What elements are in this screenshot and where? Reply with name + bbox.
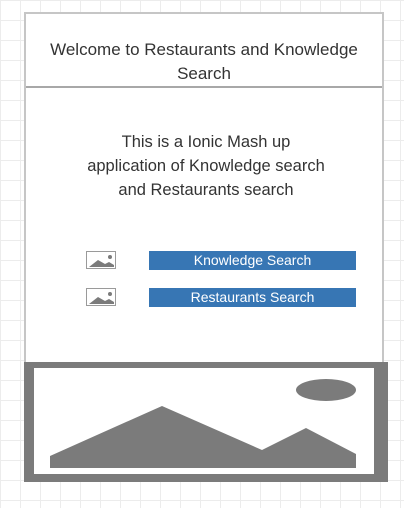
app-frame: Welcome to Restaurants and Knowledge Sea… xyxy=(24,12,388,482)
restaurants-search-button[interactable]: Restaurants Search xyxy=(149,288,356,307)
nav-row-knowledge: Knowledge Search xyxy=(26,250,382,272)
image-placeholder-icon xyxy=(86,288,116,306)
app-description: This is a Ionic Mash up application of K… xyxy=(56,130,356,202)
description-line: and Restaurants search xyxy=(118,181,294,199)
image-placeholder-icon xyxy=(86,251,116,269)
nav-row-restaurants: Restaurants Search xyxy=(26,287,382,309)
description-line: application of Knowledge search xyxy=(87,157,325,175)
page-header: Welcome to Restaurants and Knowledge Sea… xyxy=(26,14,382,88)
description-line: This is a Ionic Mash up xyxy=(121,133,291,151)
image-placeholder-icon xyxy=(34,368,374,474)
knowledge-search-button[interactable]: Knowledge Search xyxy=(149,251,356,270)
page-title: Welcome to Restaurants and Knowledge Sea… xyxy=(50,40,358,83)
hero-image xyxy=(24,362,388,482)
